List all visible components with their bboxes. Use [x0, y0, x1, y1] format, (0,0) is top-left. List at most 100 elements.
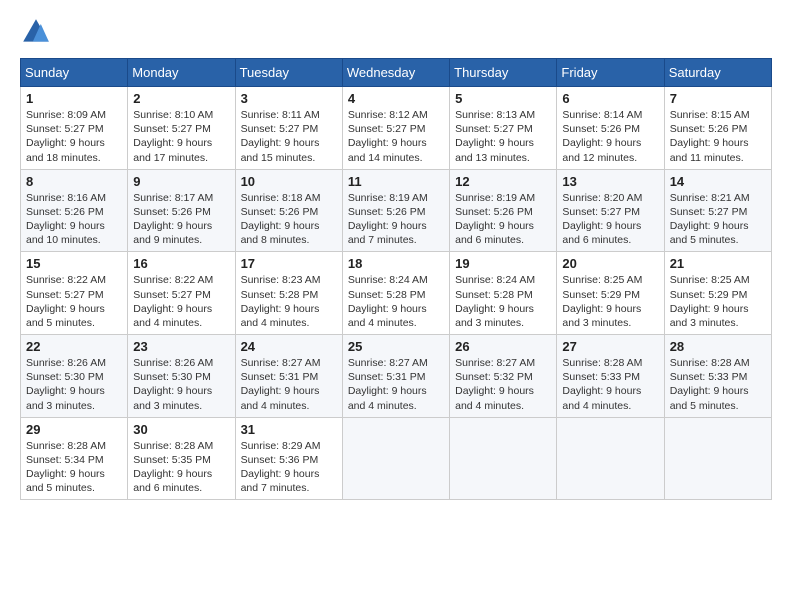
- day-info: Sunrise: 8:26 AM Sunset: 5:30 PM Dayligh…: [133, 356, 229, 413]
- day-info: Sunrise: 8:25 AM Sunset: 5:29 PM Dayligh…: [562, 273, 658, 330]
- day-number: 4: [348, 91, 444, 106]
- calendar-cell: 7 Sunrise: 8:15 AM Sunset: 5:26 PM Daylig…: [664, 87, 771, 170]
- day-info: Sunrise: 8:16 AM Sunset: 5:26 PM Dayligh…: [26, 191, 122, 248]
- calendar-cell: 15 Sunrise: 8:22 AM Sunset: 5:27 PM Dayli…: [21, 252, 128, 335]
- day-number: 19: [455, 256, 551, 271]
- calendar-week-row: 15 Sunrise: 8:22 AM Sunset: 5:27 PM Dayli…: [21, 252, 772, 335]
- calendar-cell: 27Sunrise: 8:28 AM Sunset: 5:33 PM Dayli…: [557, 335, 664, 418]
- calendar-cell: 16Sunrise: 8:22 AM Sunset: 5:27 PM Dayli…: [128, 252, 235, 335]
- day-info: Sunrise: 8:27 AM Sunset: 5:31 PM Dayligh…: [348, 356, 444, 413]
- day-number: 5: [455, 91, 551, 106]
- calendar-cell: 29 Sunrise: 8:28 AM Sunset: 5:34 PM Dayli…: [21, 417, 128, 500]
- day-of-week-header: Sunday: [21, 59, 128, 87]
- day-number: 11: [348, 174, 444, 189]
- calendar-cell: [342, 417, 449, 500]
- calendar-cell: 24 Sunrise: 8:27 AM Sunset: 5:31 PM Dayli…: [235, 335, 342, 418]
- calendar-week-row: 8 Sunrise: 8:16 AM Sunset: 5:26 PM Daylig…: [21, 169, 772, 252]
- day-number: 9: [133, 174, 229, 189]
- calendar-cell: 4Sunrise: 8:12 AM Sunset: 5:27 PM Daylig…: [342, 87, 449, 170]
- day-info: Sunrise: 8:28 AM Sunset: 5:34 PM Dayligh…: [26, 439, 122, 496]
- day-info: Sunrise: 8:21 AM Sunset: 5:27 PM Dayligh…: [670, 191, 766, 248]
- day-of-week-header: Saturday: [664, 59, 771, 87]
- day-number: 18: [348, 256, 444, 271]
- day-number: 1: [26, 91, 122, 106]
- day-info: Sunrise: 8:26 AM Sunset: 5:30 PM Dayligh…: [26, 356, 122, 413]
- calendar-cell: [450, 417, 557, 500]
- calendar-cell: 8 Sunrise: 8:16 AM Sunset: 5:26 PM Daylig…: [21, 169, 128, 252]
- day-number: 8: [26, 174, 122, 189]
- calendar-week-row: 1Sunrise: 8:09 AM Sunset: 5:27 PM Daylig…: [21, 87, 772, 170]
- day-number: 20: [562, 256, 658, 271]
- day-of-week-header: Thursday: [450, 59, 557, 87]
- day-of-week-header: Friday: [557, 59, 664, 87]
- day-of-week-header: Wednesday: [342, 59, 449, 87]
- calendar-cell: 21Sunrise: 8:25 AM Sunset: 5:29 PM Dayli…: [664, 252, 771, 335]
- calendar-cell: 9 Sunrise: 8:17 AM Sunset: 5:26 PM Daylig…: [128, 169, 235, 252]
- day-number: 17: [241, 256, 337, 271]
- day-info: Sunrise: 8:24 AM Sunset: 5:28 PM Dayligh…: [455, 273, 551, 330]
- day-info: Sunrise: 8:28 AM Sunset: 5:33 PM Dayligh…: [562, 356, 658, 413]
- calendar-table: SundayMondayTuesdayWednesdayThursdayFrid…: [20, 58, 772, 500]
- page-container: SundayMondayTuesdayWednesdayThursdayFrid…: [0, 0, 792, 510]
- day-info: Sunrise: 8:13 AM Sunset: 5:27 PM Dayligh…: [455, 108, 551, 165]
- calendar-cell: 2Sunrise: 8:10 AM Sunset: 5:27 PM Daylig…: [128, 87, 235, 170]
- calendar-week-row: 29 Sunrise: 8:28 AM Sunset: 5:34 PM Dayli…: [21, 417, 772, 500]
- day-info: Sunrise: 8:11 AM Sunset: 5:27 PM Dayligh…: [241, 108, 337, 165]
- header: [20, 16, 772, 48]
- calendar-cell: 30 Sunrise: 8:28 AM Sunset: 5:35 PM Dayli…: [128, 417, 235, 500]
- calendar-cell: 14 Sunrise: 8:21 AM Sunset: 5:27 PM Dayli…: [664, 169, 771, 252]
- day-number: 2: [133, 91, 229, 106]
- day-info: Sunrise: 8:15 AM Sunset: 5:26 PM Dayligh…: [670, 108, 766, 165]
- day-number: 26: [455, 339, 551, 354]
- calendar-cell: 22 Sunrise: 8:26 AM Sunset: 5:30 PM Dayli…: [21, 335, 128, 418]
- calendar-cell: 5 Sunrise: 8:13 AM Sunset: 5:27 PM Daylig…: [450, 87, 557, 170]
- calendar-cell: 17Sunrise: 8:23 AM Sunset: 5:28 PM Dayli…: [235, 252, 342, 335]
- day-info: Sunrise: 8:20 AM Sunset: 5:27 PM Dayligh…: [562, 191, 658, 248]
- calendar-cell: 1Sunrise: 8:09 AM Sunset: 5:27 PM Daylig…: [21, 87, 128, 170]
- day-info: Sunrise: 8:22 AM Sunset: 5:27 PM Dayligh…: [26, 273, 122, 330]
- calendar-cell: 20 Sunrise: 8:25 AM Sunset: 5:29 PM Dayli…: [557, 252, 664, 335]
- calendar-cell: 26 Sunrise: 8:27 AM Sunset: 5:32 PM Dayli…: [450, 335, 557, 418]
- day-number: 3: [241, 91, 337, 106]
- day-number: 6: [562, 91, 658, 106]
- day-number: 25: [348, 339, 444, 354]
- day-number: 14: [670, 174, 766, 189]
- day-number: 23: [133, 339, 229, 354]
- calendar-cell: 12 Sunrise: 8:19 AM Sunset: 5:26 PM Dayli…: [450, 169, 557, 252]
- calendar-cell: 6Sunrise: 8:14 AM Sunset: 5:26 PM Daylig…: [557, 87, 664, 170]
- day-info: Sunrise: 8:27 AM Sunset: 5:32 PM Dayligh…: [455, 356, 551, 413]
- calendar-cell: 23 Sunrise: 8:26 AM Sunset: 5:30 PM Dayli…: [128, 335, 235, 418]
- calendar-cell: [557, 417, 664, 500]
- day-info: Sunrise: 8:19 AM Sunset: 5:26 PM Dayligh…: [455, 191, 551, 248]
- day-info: Sunrise: 8:28 AM Sunset: 5:33 PM Dayligh…: [670, 356, 766, 413]
- calendar-cell: 3 Sunrise: 8:11 AM Sunset: 5:27 PM Daylig…: [235, 87, 342, 170]
- day-number: 24: [241, 339, 337, 354]
- day-of-week-header: Monday: [128, 59, 235, 87]
- calendar-cell: 10 Sunrise: 8:18 AM Sunset: 5:26 PM Dayli…: [235, 169, 342, 252]
- calendar-cell: 25 Sunrise: 8:27 AM Sunset: 5:31 PM Dayli…: [342, 335, 449, 418]
- calendar-cell: 11 Sunrise: 8:19 AM Sunset: 5:26 PM Dayli…: [342, 169, 449, 252]
- day-info: Sunrise: 8:19 AM Sunset: 5:26 PM Dayligh…: [348, 191, 444, 248]
- day-info: Sunrise: 8:29 AM Sunset: 5:36 PM Dayligh…: [241, 439, 337, 496]
- day-info: Sunrise: 8:27 AM Sunset: 5:31 PM Dayligh…: [241, 356, 337, 413]
- day-info: Sunrise: 8:24 AM Sunset: 5:28 PM Dayligh…: [348, 273, 444, 330]
- calendar-cell: 19 Sunrise: 8:24 AM Sunset: 5:28 PM Dayli…: [450, 252, 557, 335]
- day-number: 13: [562, 174, 658, 189]
- day-number: 12: [455, 174, 551, 189]
- day-number: 30: [133, 422, 229, 437]
- logo: [20, 16, 56, 48]
- day-info: Sunrise: 8:18 AM Sunset: 5:26 PM Dayligh…: [241, 191, 337, 248]
- calendar-cell: 31 Sunrise: 8:29 AM Sunset: 5:36 PM Dayli…: [235, 417, 342, 500]
- day-number: 22: [26, 339, 122, 354]
- day-info: Sunrise: 8:28 AM Sunset: 5:35 PM Dayligh…: [133, 439, 229, 496]
- day-number: 16: [133, 256, 229, 271]
- day-number: 28: [670, 339, 766, 354]
- day-info: Sunrise: 8:17 AM Sunset: 5:26 PM Dayligh…: [133, 191, 229, 248]
- day-number: 7: [670, 91, 766, 106]
- day-number: 29: [26, 422, 122, 437]
- calendar-cell: 28 Sunrise: 8:28 AM Sunset: 5:33 PM Dayli…: [664, 335, 771, 418]
- day-number: 10: [241, 174, 337, 189]
- day-info: Sunrise: 8:25 AM Sunset: 5:29 PM Dayligh…: [670, 273, 766, 330]
- day-number: 31: [241, 422, 337, 437]
- day-number: 15: [26, 256, 122, 271]
